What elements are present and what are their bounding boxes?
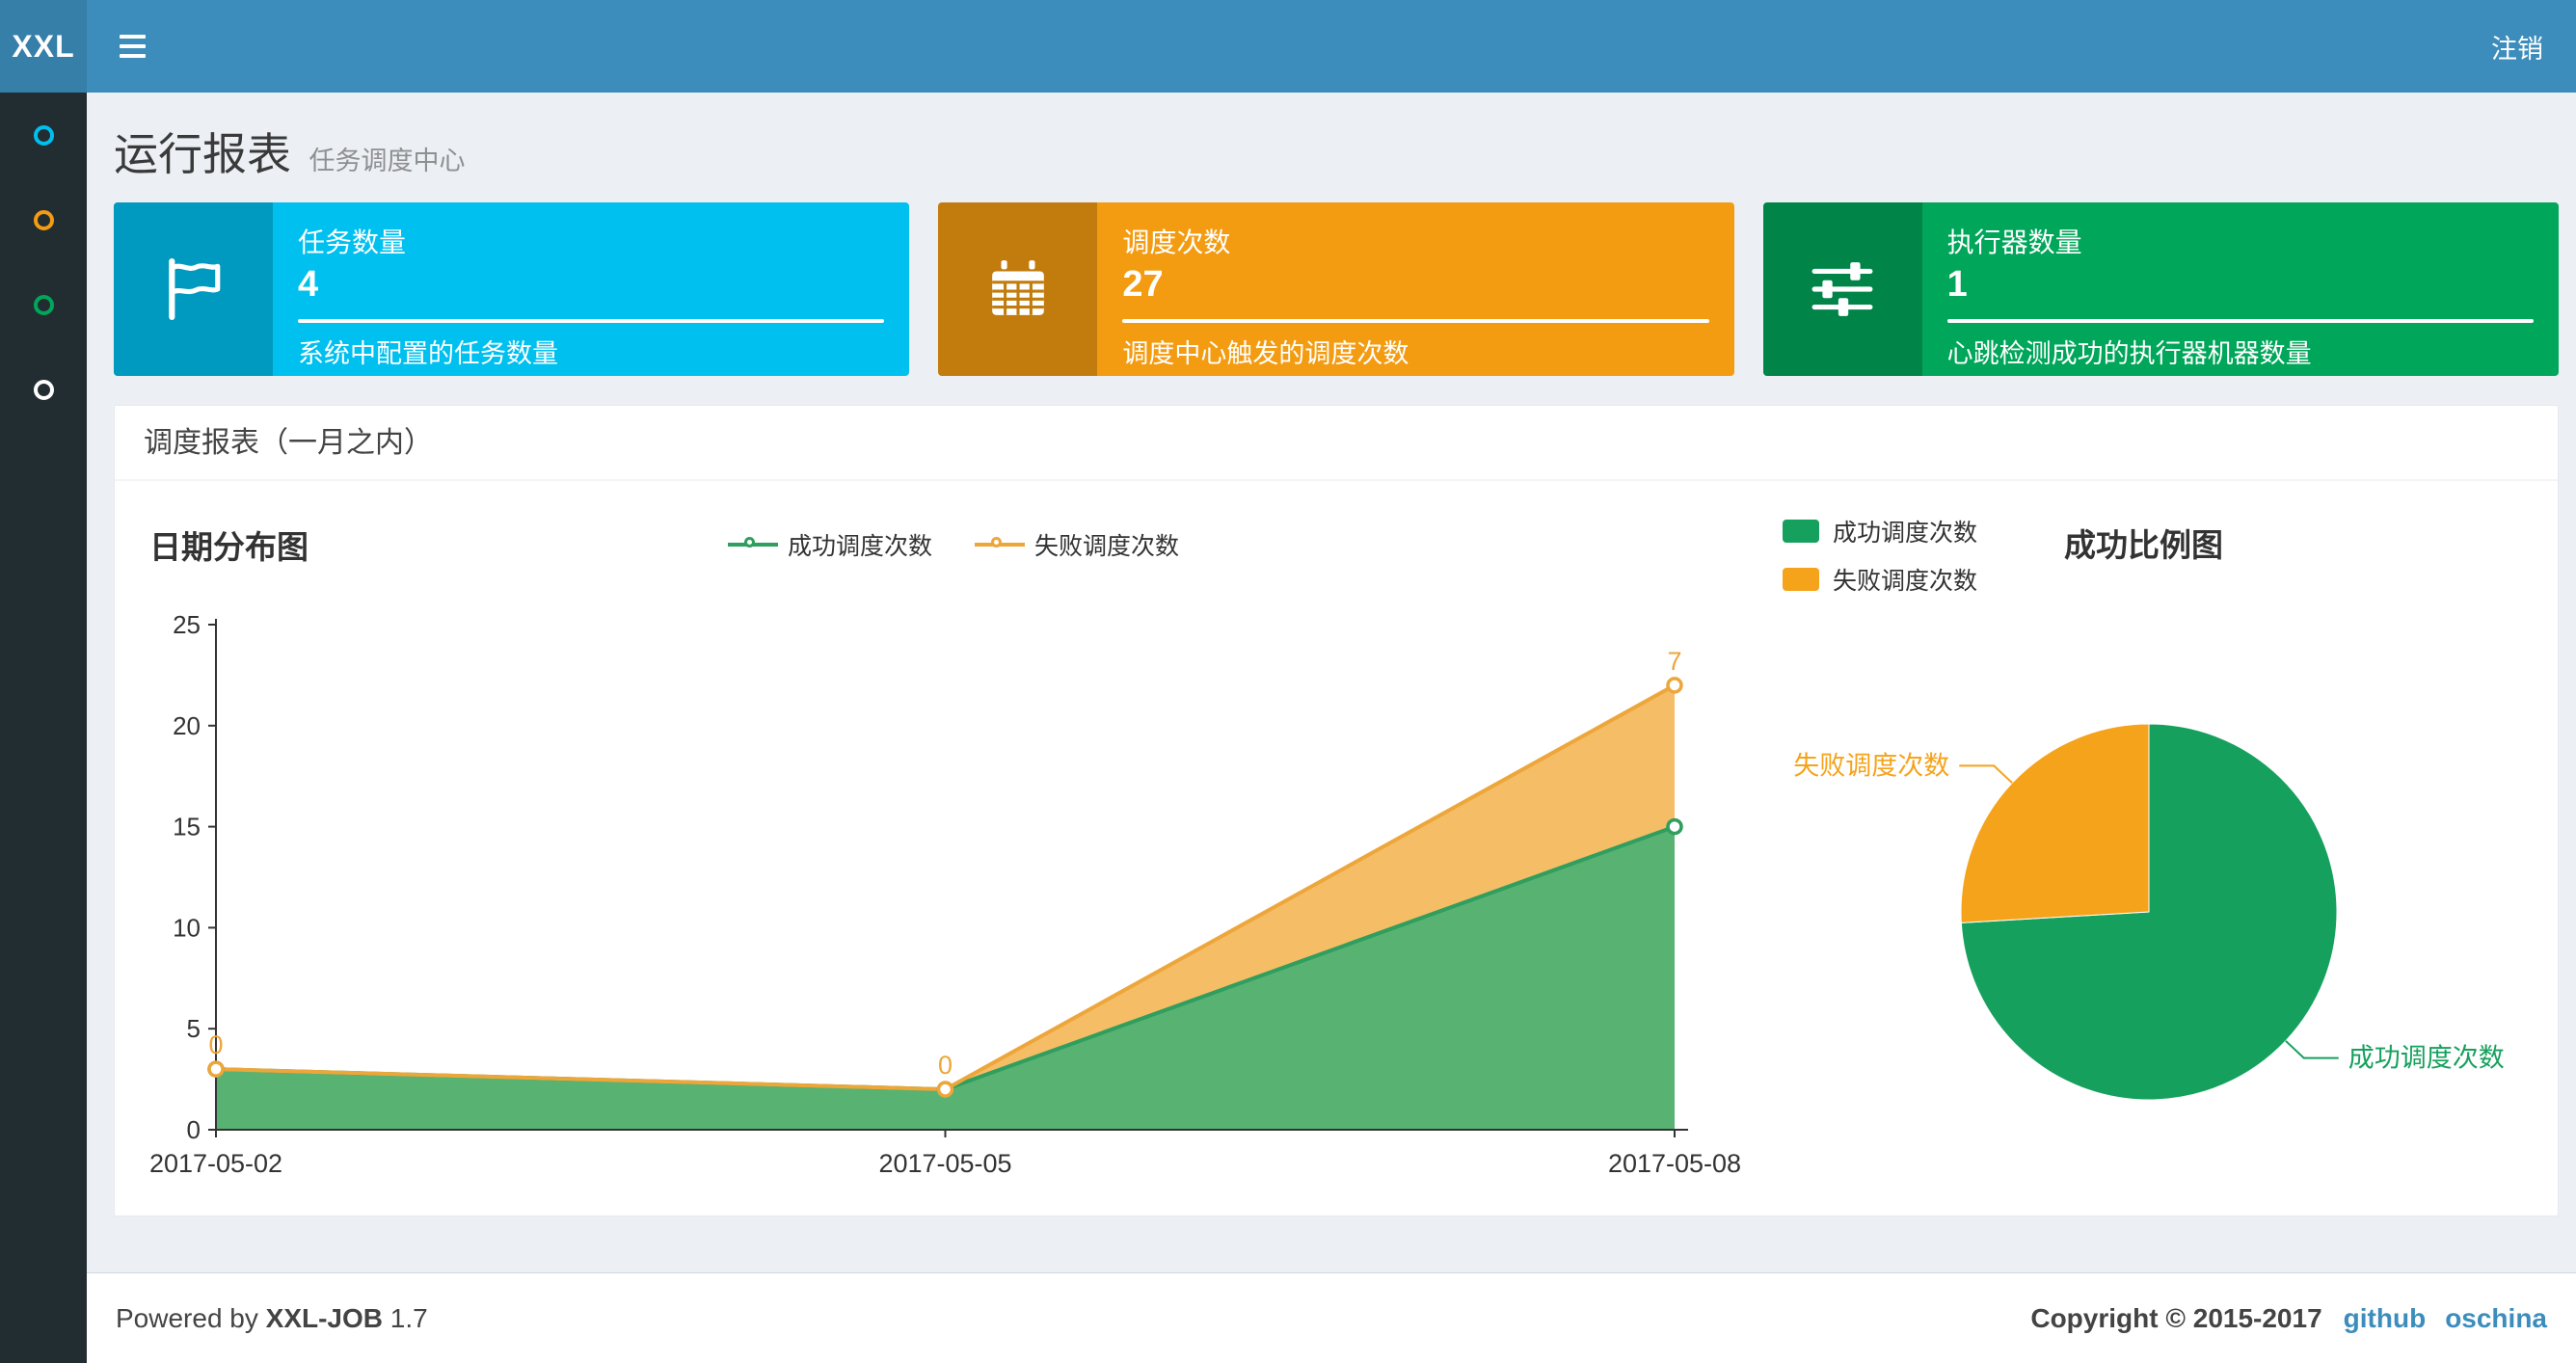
svg-text:2017-05-08: 2017-05-08 <box>1608 1149 1741 1178</box>
page-title: 运行报表 <box>114 129 291 179</box>
github-link[interactable]: github <box>2344 1303 2427 1334</box>
circle-icon <box>33 209 54 230</box>
legend-item-fail[interactable]: 失败调度次数 <box>975 527 1179 562</box>
circle-icon <box>33 379 54 400</box>
info-box-jobs: 任务数量 4 系统中配置的任务数量 <box>114 202 910 376</box>
panel-body: 日期分布图 成功调度次数 失败调度次数 0 5 10 15 20 25 2017… <box>115 481 2558 1214</box>
svg-text:5: 5 <box>187 1014 201 1043</box>
svg-text:成功调度次数: 成功调度次数 <box>2348 1044 2505 1073</box>
page-header: 运行报表 任务调度中心 <box>114 120 465 183</box>
progress-bar <box>1946 319 2534 323</box>
line-legend-marker <box>727 536 778 553</box>
legend-item-success[interactable]: 成功调度次数 <box>727 527 932 562</box>
calendar-icon <box>938 202 1098 376</box>
sidebar-toggle-button[interactable] <box>87 0 177 93</box>
product-name: XXL-JOB <box>265 1302 384 1333</box>
circle-icon <box>33 294 54 315</box>
svg-text:15: 15 <box>173 813 201 842</box>
page-subtitle: 任务调度中心 <box>309 147 466 175</box>
svg-text:2017-05-05: 2017-05-05 <box>878 1149 1011 1178</box>
legend-item-success[interactable]: 成功调度次数 <box>1783 514 1977 548</box>
logout-link[interactable]: 注销 <box>2458 0 2576 93</box>
svg-text:0: 0 <box>208 1030 223 1059</box>
report-panel: 调度报表（一月之内） 日期分布图 成功调度次数 失败调度次数 0 5 10 15… <box>114 405 2559 1216</box>
legend-label: 成功调度次数 <box>1833 520 1978 547</box>
svg-text:0: 0 <box>187 1115 201 1144</box>
svg-text:2017-05-02: 2017-05-02 <box>149 1149 282 1178</box>
svg-text:7: 7 <box>1667 647 1681 676</box>
svg-text:25: 25 <box>173 614 201 639</box>
app-logo[interactable]: XXL <box>0 0 87 93</box>
pie-chart-legend: 成功调度次数 失败调度次数 <box>1783 514 1977 597</box>
legend-label: 失败调度次数 <box>1833 568 1978 595</box>
progress-bar <box>298 319 885 323</box>
sidebar-item-1[interactable] <box>0 93 87 177</box>
line-legend-marker <box>975 536 1025 553</box>
flag-icon <box>114 202 273 376</box>
oschina-link[interactable]: oschina <box>2445 1303 2547 1334</box>
info-box-row: 任务数量 4 系统中配置的任务数量 调度次数 27 调度中心触发的调度次数 执行… <box>114 202 2559 376</box>
circle-icon <box>33 124 54 146</box>
legend-swatch <box>1783 568 1819 591</box>
info-box-title: 执行器数量 <box>1946 227 2082 257</box>
legend-item-fail[interactable]: 失败调度次数 <box>1783 562 1977 597</box>
info-box-executors: 执行器数量 1 心跳检测成功的执行器机器数量 <box>1762 202 2559 376</box>
sidebar-item-4[interactable] <box>0 347 87 432</box>
navbar: XXL 注销 <box>0 0 2576 93</box>
line-chart-legend: 成功调度次数 失败调度次数 <box>115 527 1792 562</box>
info-box-title: 任务数量 <box>298 227 407 257</box>
info-box-number: 4 <box>298 264 319 305</box>
panel-title: 调度报表（一月之内） <box>115 406 2558 481</box>
info-box-description: 心跳检测成功的执行器机器数量 <box>1946 339 2312 368</box>
app-root: XXL 注销 运行报表 任务调度中心 任务数量 4 系统中配置的任务数量 调度次… <box>0 0 2576 1363</box>
info-box-description: 调度中心触发的调度次数 <box>1122 339 1409 368</box>
powered-by-text: Powered by XXL-JOB 1.7 <box>116 1302 428 1333</box>
pie-chart-svg: 成功调度次数 失败调度次数 <box>1793 723 2505 1101</box>
svg-text:失败调度次数: 失败调度次数 <box>1793 751 1949 780</box>
sidebar <box>0 93 87 1363</box>
line-chart-svg: 05101520252017-05-02 2017-05-05 2017-05-08… <box>149 614 1741 1178</box>
info-box-triggers: 调度次数 27 调度中心触发的调度次数 <box>938 202 1734 376</box>
sidebar-item-2[interactable] <box>0 177 87 262</box>
info-box-number: 1 <box>1946 264 1968 305</box>
footer: Powered by XXL-JOB 1.7 Copyright © 2015-… <box>87 1272 2576 1363</box>
sidebar-item-3[interactable] <box>0 262 87 347</box>
sliders-icon <box>1762 202 1922 376</box>
svg-text:0: 0 <box>938 1051 953 1080</box>
info-box-number: 27 <box>1122 264 1164 305</box>
info-box-title: 调度次数 <box>1122 227 1231 257</box>
pie-chart-title: 成功比例图 <box>2064 527 2223 563</box>
progress-bar <box>1122 319 1709 323</box>
legend-swatch <box>1783 520 1819 543</box>
legend-label: 失败调度次数 <box>1034 533 1180 560</box>
hamburger-icon <box>119 35 146 58</box>
copyright-text: Copyright © 2015-2017 <box>2030 1302 2322 1333</box>
legend-label: 成功调度次数 <box>787 533 932 560</box>
info-box-description: 系统中配置的任务数量 <box>298 339 558 368</box>
svg-text:20: 20 <box>173 711 201 740</box>
svg-text:10: 10 <box>173 913 201 942</box>
